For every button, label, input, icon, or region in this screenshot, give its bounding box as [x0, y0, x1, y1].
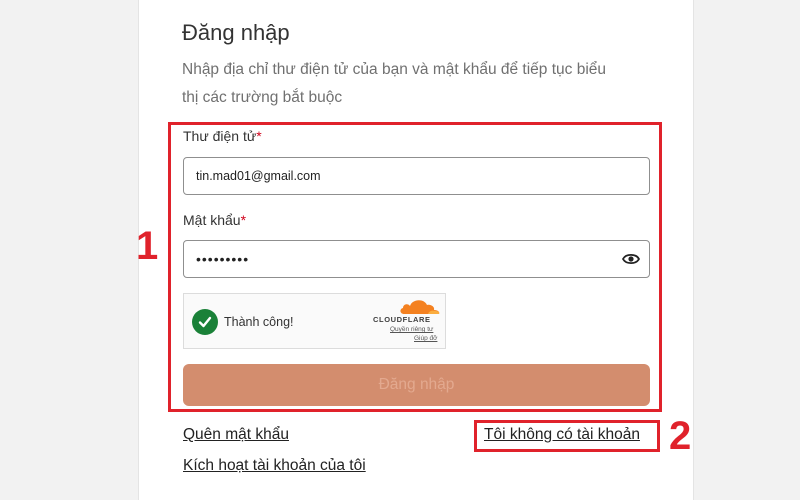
page-title: Đăng nhập	[182, 20, 290, 45]
annotation-marker-2: 2	[669, 414, 692, 458]
cloudflare-cloud-icon	[398, 296, 442, 316]
forgot-password-link[interactable]: Quên mật khẩu	[183, 426, 289, 444]
captcha-status-text: Thành công!	[224, 315, 294, 329]
captcha-help-link[interactable]: Giúp đỡ	[414, 335, 437, 342]
email-label: Thư điện tử*	[183, 128, 262, 144]
email-input[interactable]	[183, 157, 650, 195]
page-subtitle: Nhập địa chỉ thư điện tử của bạn và mật …	[182, 61, 607, 106]
cloudflare-brand-text: CLOUDFLARE	[373, 315, 431, 324]
required-mark: *	[240, 212, 247, 228]
password-label: Mật khẩu*	[183, 212, 247, 228]
login-button[interactable]: Đăng nhập	[183, 364, 650, 406]
annotation-marker-1: 1	[136, 224, 159, 268]
check-circle-icon	[192, 309, 218, 335]
required-mark: *	[256, 128, 262, 144]
no-account-link[interactable]: Tôi không có tài khoản	[484, 426, 640, 444]
captcha-privacy-link[interactable]: Quyền riêng tư	[390, 326, 433, 333]
password-input[interactable]	[183, 240, 650, 278]
activate-account-link[interactable]: Kích hoạt tài khoản của tôi	[183, 457, 366, 475]
eye-icon[interactable]	[620, 248, 642, 270]
